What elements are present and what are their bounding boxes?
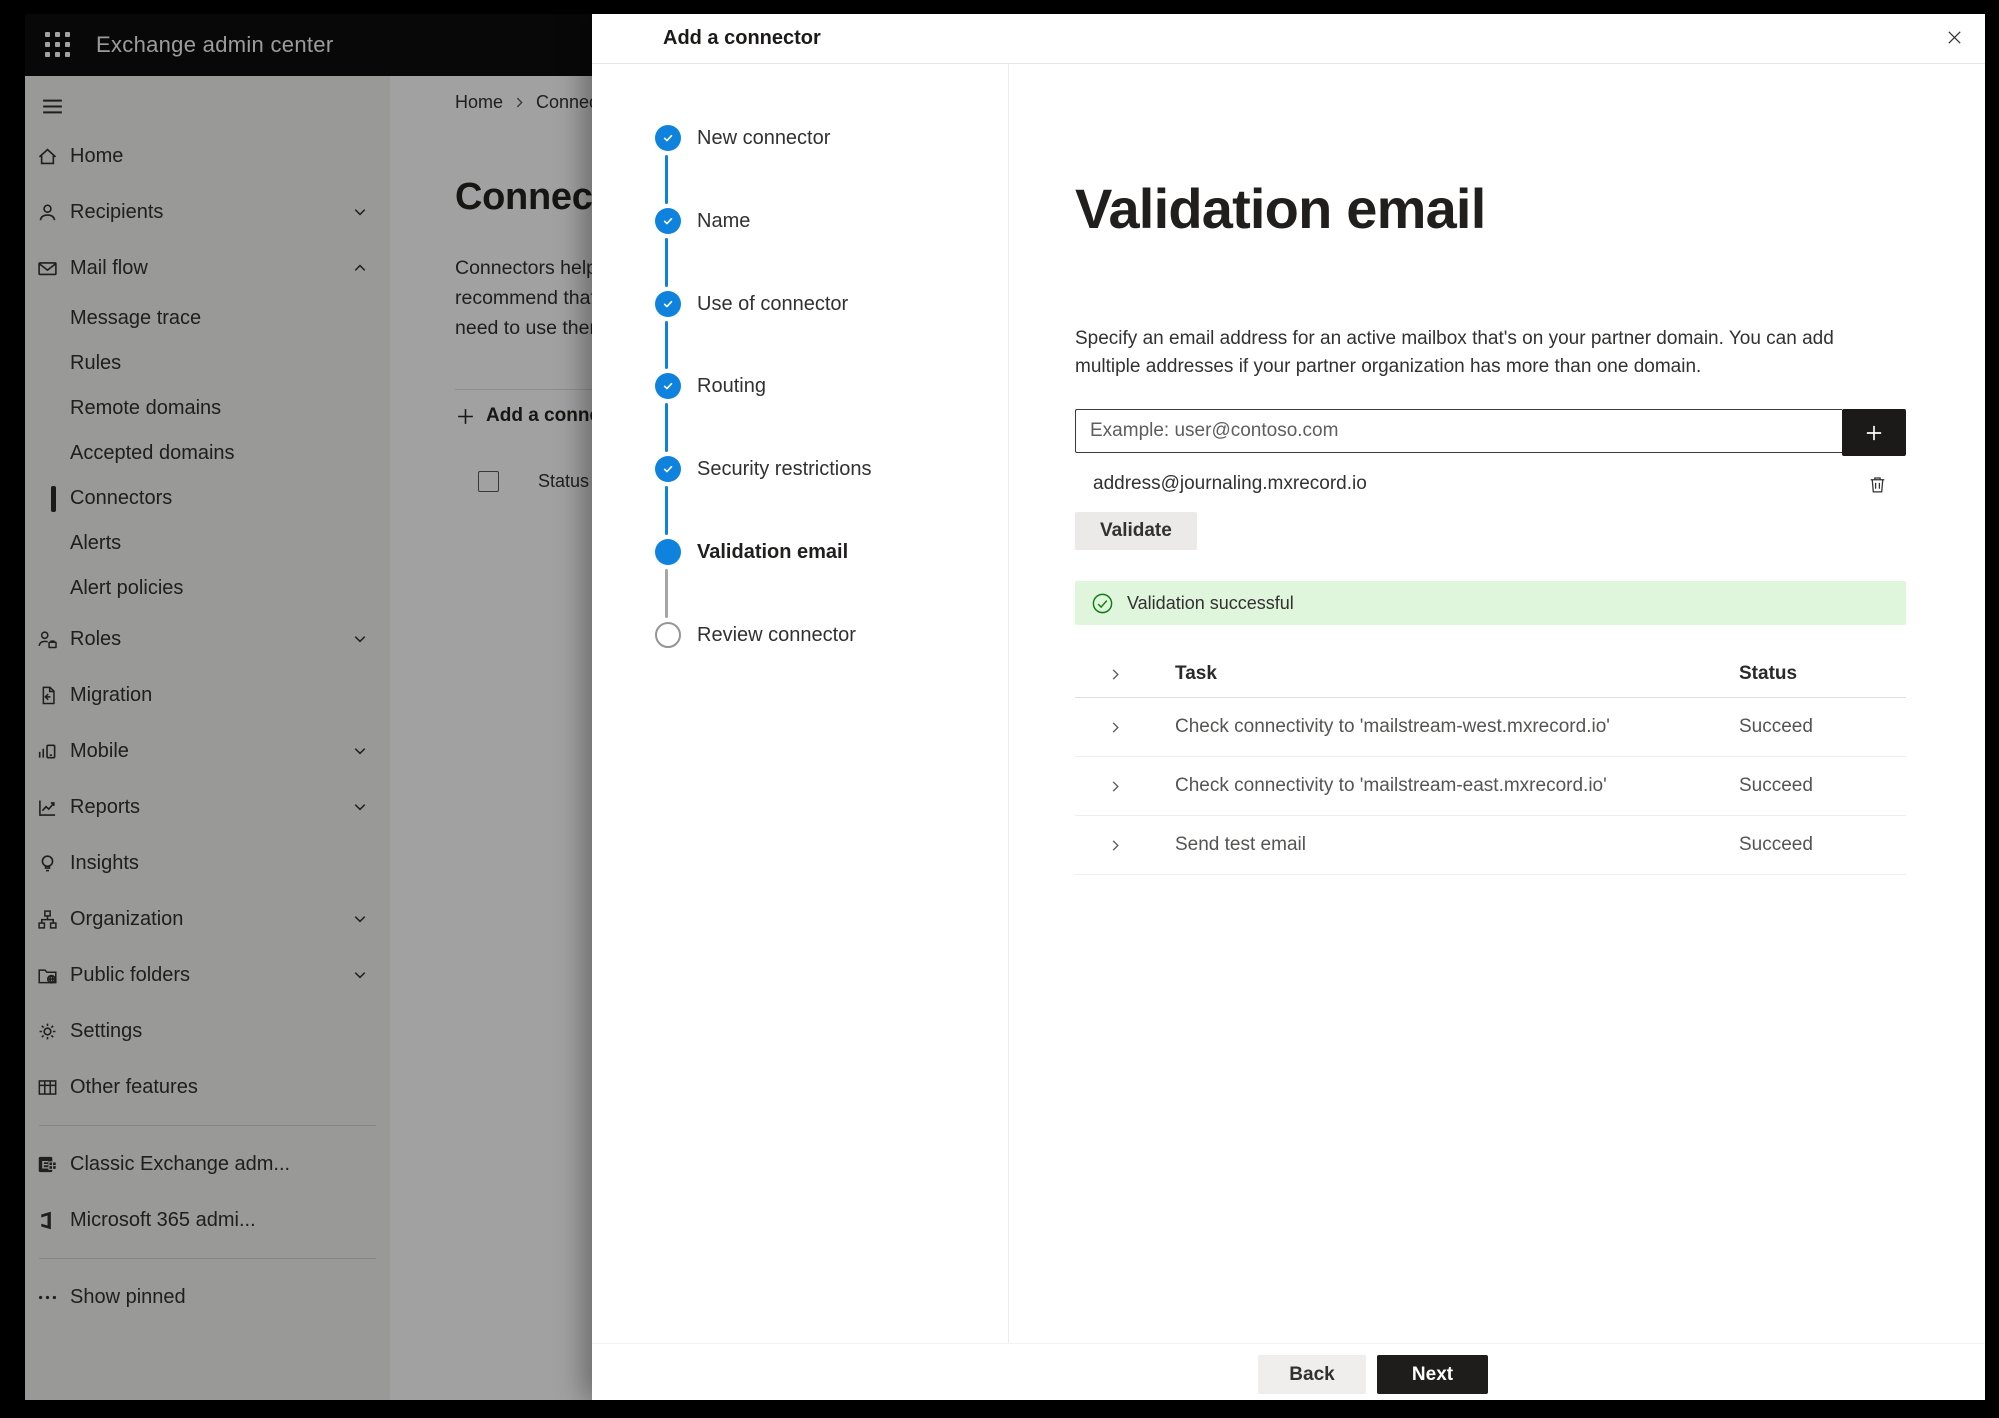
screen: Exchange admin center Home Recipients Mail… — [25, 14, 1985, 1400]
task-name: Send test email — [1175, 834, 1306, 855]
step-label: Security restrictions — [697, 457, 872, 480]
screenshot-frame: Exchange admin center Home Recipients Mail… — [0, 0, 1999, 1418]
add-email-button[interactable] — [1842, 409, 1906, 456]
task-status: Succeed — [1739, 834, 1813, 855]
step-label: Routing — [697, 374, 766, 397]
description-line: multiple addresses if your partner organ… — [1075, 355, 1702, 377]
step-connector-line — [665, 238, 668, 287]
step-label: Review connector — [697, 623, 856, 646]
delete-address-button[interactable] — [1864, 471, 1890, 497]
step-check-icon — [655, 291, 681, 317]
wizard-step-new-connector[interactable]: New connector — [655, 125, 830, 151]
next-button[interactable]: Next — [1377, 1355, 1488, 1394]
step-check-icon — [655, 208, 681, 234]
task-row[interactable]: Check connectivity to 'mailstream-west.m… — [1075, 698, 1906, 757]
task-name: Check connectivity to 'mailstream-east.m… — [1175, 775, 1607, 796]
step-check-icon — [655, 125, 681, 151]
panel-title: Add a connector — [663, 27, 821, 49]
step-connector-line — [665, 403, 668, 452]
step-connector-line — [665, 486, 668, 535]
step-circle-icon — [655, 622, 681, 648]
step-label: Name — [697, 209, 751, 232]
step-description: Specify an email address for an active m… — [1075, 325, 1906, 380]
back-button[interactable]: Back — [1258, 1355, 1366, 1394]
trash-icon — [1870, 476, 1884, 492]
validation-task-table: Task Status Check connectivity to 'mails… — [1075, 651, 1906, 875]
validation-success-banner: Validation successful — [1075, 581, 1906, 625]
wizard-step-name[interactable]: Name — [655, 208, 750, 234]
chevron-right-icon[interactable] — [1075, 667, 1175, 682]
step-circle-icon — [655, 539, 681, 565]
task-name: Check connectivity to 'mailstream-west.m… — [1175, 716, 1610, 737]
step-check-icon — [655, 456, 681, 482]
task-table-body: Check connectivity to 'mailstream-west.m… — [1075, 698, 1906, 875]
step-label: Validation email — [697, 540, 849, 563]
wizard-step-security-restrictions[interactable]: Security restrictions — [655, 456, 872, 482]
email-input[interactable] — [1075, 409, 1842, 453]
step-connector-line — [665, 155, 668, 204]
task-column-header: Task — [1175, 663, 1217, 684]
panel-footer: Back Next — [592, 1343, 1985, 1400]
step-label: New connector — [697, 126, 831, 149]
step-connector-line — [665, 321, 668, 369]
wizard-step-review-connector[interactable]: Review connector — [655, 622, 856, 648]
wizard-step-validation-email[interactable]: Validation email — [655, 539, 848, 565]
plus-icon — [1866, 425, 1882, 440]
close-button[interactable] — [1939, 22, 1969, 52]
wizard-step-routing[interactable]: Routing — [655, 373, 766, 399]
step-connector-line — [665, 569, 668, 618]
task-row[interactable]: Check connectivity to 'mailstream-east.m… — [1075, 757, 1906, 816]
add-connector-panel: Add a connector New connector Name Use of … — [592, 14, 1985, 1400]
validate-button[interactable]: Validate — [1075, 512, 1197, 550]
wizard-step-use-of-connector[interactable]: Use of connector — [655, 291, 848, 317]
table-header-row: Task Status — [1075, 651, 1906, 698]
close-icon — [1947, 30, 1961, 44]
description-line: Specify an email address for an active m… — [1075, 328, 1834, 349]
address-text: address@journaling.mxrecord.io — [1093, 473, 1367, 494]
task-status: Succeed — [1739, 775, 1813, 796]
task-status: Succeed — [1739, 716, 1813, 737]
panel-header: Add a connector — [592, 14, 1985, 64]
step-check-icon — [655, 373, 681, 399]
step-label: Use of connector — [697, 292, 849, 315]
email-entry-row — [1075, 409, 1906, 456]
panel-body: New connector Name Use of connector Routing… — [592, 64, 1985, 1343]
wizard-steps: New connector Name Use of connector Routing… — [592, 64, 1009, 1343]
step-heading: Validation email — [1075, 177, 1486, 240]
chevron-right-icon[interactable] — [1075, 720, 1175, 735]
chevron-right-icon[interactable] — [1075, 838, 1175, 853]
address-list-item: address@journaling.mxrecord.io — [1075, 462, 1906, 506]
chevron-right-icon[interactable] — [1075, 779, 1175, 794]
status-column-header: Status — [1739, 663, 1798, 684]
validation-email-content: Validation email Specify an email addres… — [1009, 64, 1985, 1343]
task-row[interactable]: Send test email Succeed — [1075, 816, 1906, 875]
success-check-icon — [1091, 592, 1114, 615]
banner-text: Validation successful — [1127, 592, 1294, 613]
